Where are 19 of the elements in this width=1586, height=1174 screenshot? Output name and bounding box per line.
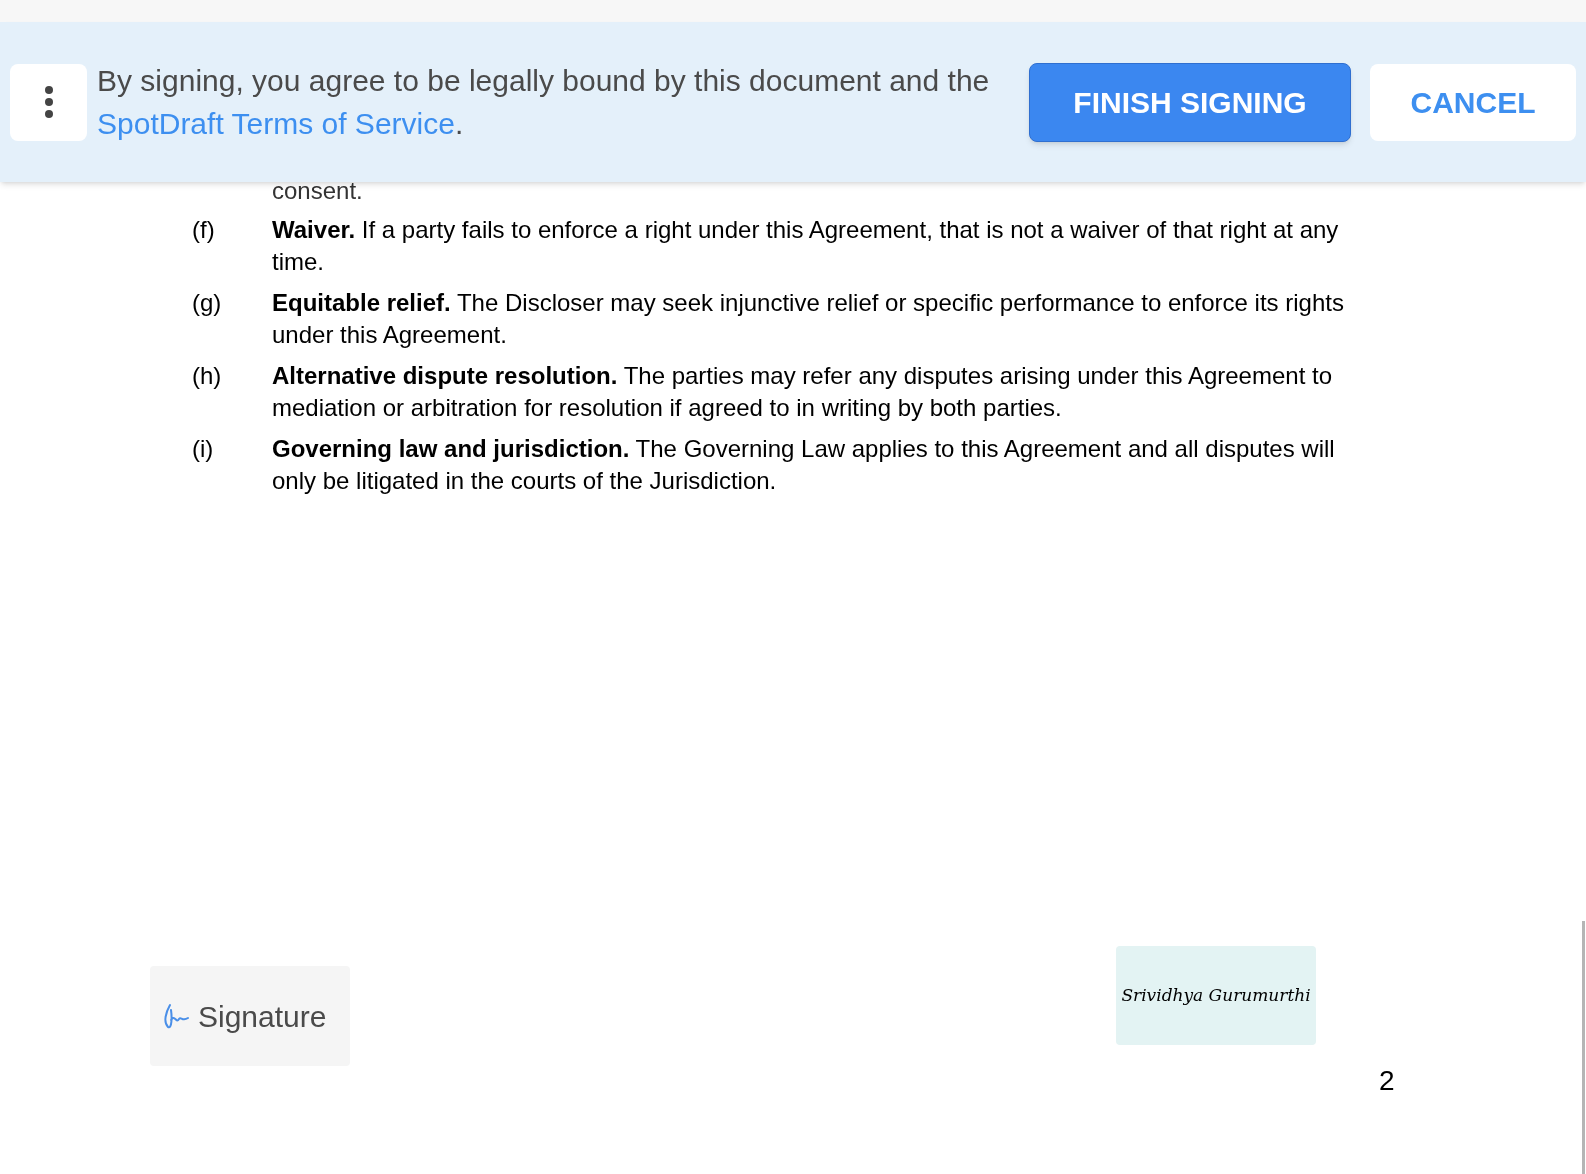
document-text: consent. <box>272 184 364 200</box>
consent-notice: By signing, you agree to be legally bound by this document and the SpotDraft Terms of Service. <box>97 63 991 142</box>
finish-signing-button[interactable]: FINISH SIGNING <box>1029 62 1351 142</box>
page-number: 2 <box>1379 1064 1395 1098</box>
clause-text: Equitable relief. The Discloser may seek injunctive relief or specific performance to enforce its rights under this Agreement. <box>272 288 1345 350</box>
more-vertical-icon <box>43 85 54 119</box>
signature-text: Srividhya Gurumurthi <box>1121 983 1311 1007</box>
terms-link[interactable]: SpotDraft Terms of Service <box>97 107 455 140</box>
clause-text: Alternative dispute resolution. The parties may refer any disputes arising under this Agreement to mediation or arbitration for resolution if agreed to in writing by both parties. <box>272 361 1333 423</box>
cancel-button[interactable]: CANCEL <box>1370 63 1576 141</box>
more-options-button[interactable] <box>10 63 87 141</box>
clause-label: (i) <box>192 434 215 464</box>
signature-label: Signature <box>198 998 327 1035</box>
clause-label: (g) <box>192 288 223 318</box>
clause-label: (f) <box>192 215 216 245</box>
clause-label: (h) <box>192 361 223 391</box>
clause-text: Governing law and jurisdiction. The Governing Law applies to this Agreement and all disputes will only be litigated in the courts of the Jurisdiction. <box>272 434 1336 496</box>
clause-text: Waiver. If a party fails to enforce a right under this Agreement, that is not a waiver of that right at any time. <box>272 215 1340 277</box>
signature-field[interactable]: Signature <box>150 966 350 1066</box>
